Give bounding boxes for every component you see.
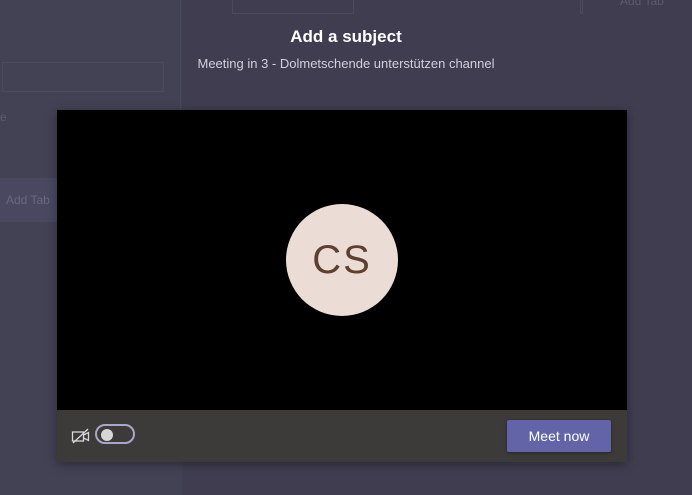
background-top-box (232, 0, 354, 14)
background-top-right-text: Add Tab (620, 0, 664, 8)
background-top-right-divider (580, 0, 583, 14)
camera-toggle-knob (101, 429, 113, 441)
video-preview-card: CS Meet now (57, 110, 627, 462)
meet-now-button[interactable]: Meet now (507, 420, 611, 452)
preview-controls-bar: Meet now (57, 410, 627, 462)
background-divider (180, 0, 181, 110)
avatar-initials: CS (312, 237, 372, 282)
background-add-tab-label: Add Tab (6, 193, 50, 207)
avatar: CS (286, 204, 398, 316)
meeting-subject-title[interactable]: Add a subject (0, 27, 692, 47)
video-preview-area: CS (57, 110, 627, 410)
camera-off-icon (71, 428, 90, 444)
background-add-tab: Add Tab (0, 178, 62, 222)
meeting-channel-subtitle: Meeting in 3 - Dolmetschende unterstütze… (197, 56, 495, 71)
background-faint-letter: e (0, 110, 7, 124)
camera-toggle[interactable] (95, 424, 135, 444)
